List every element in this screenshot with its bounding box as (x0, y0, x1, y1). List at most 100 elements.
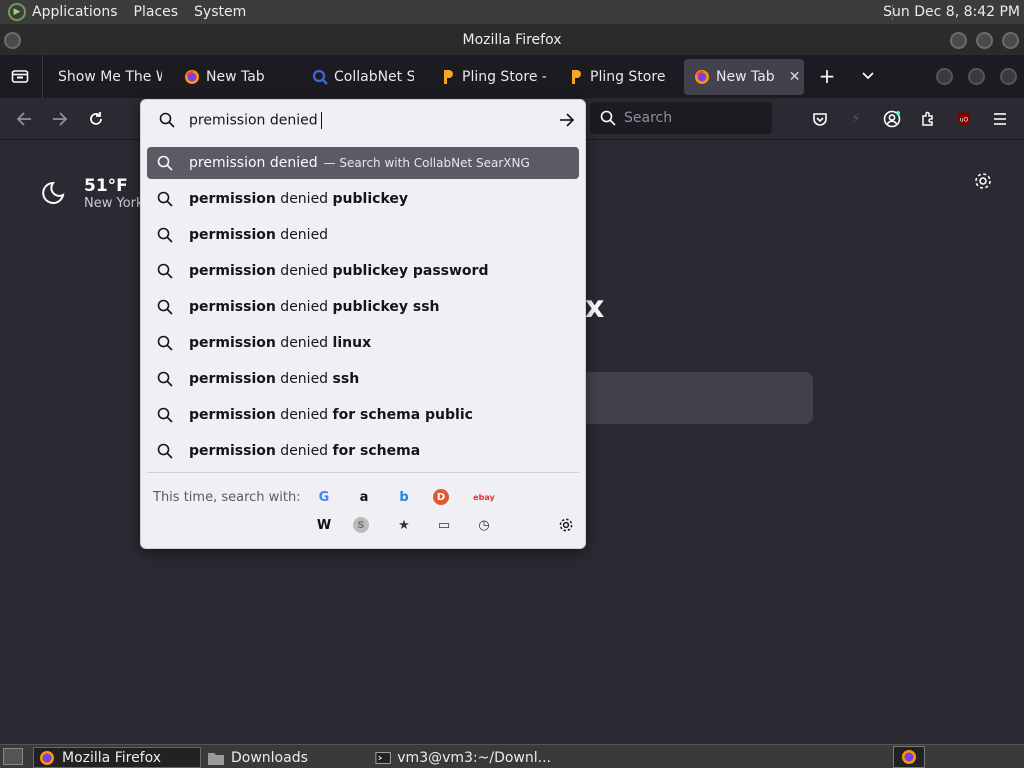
suggestion-text: permission denied linux (189, 335, 372, 351)
tab-strip: Show Me The W New Tab CollabNet Se Pling… (0, 55, 1024, 98)
places-menu[interactable]: Places (134, 4, 179, 20)
suggestion-row[interactable]: permission denied (147, 219, 579, 251)
taskbar-label: Mozilla Firefox (62, 749, 162, 766)
suggestion-text: permission denied publickey password (189, 263, 489, 279)
ublock-icon[interactable]: uO (953, 108, 975, 130)
duckduckgo-icon[interactable]: D (433, 489, 449, 505)
search-icon (157, 263, 173, 279)
tab-pling-store-1[interactable]: Pling Store - (434, 59, 546, 95)
dropdown-divider (147, 472, 579, 473)
taskbar-item-firefox[interactable]: Mozilla Firefox (33, 747, 201, 768)
suggestion-row-selected[interactable]: premission denied — Search with CollabNe… (147, 147, 579, 179)
search-icon (157, 299, 173, 315)
tab-new-tab-1[interactable]: New Tab (178, 59, 298, 95)
personalize-gear-icon[interactable] (973, 171, 993, 191)
suggestion-row[interactable]: permission denied publickey ssh (147, 291, 579, 323)
taskbar-label: Downloads (231, 749, 308, 766)
suggestion-row[interactable]: permission denied linux (147, 327, 579, 359)
suggestion-action: — Search with CollabNet SearXNG (323, 156, 530, 170)
forward-arrow-icon[interactable] (49, 108, 71, 130)
firefox-icon (902, 750, 916, 764)
search-icon (159, 112, 175, 128)
minimize-button[interactable] (950, 32, 967, 49)
urlbar-input[interactable]: premission denied (189, 111, 322, 129)
firefox-view-icon[interactable] (9, 65, 31, 87)
tab-new-tab-active[interactable]: New Tab ✕ (684, 59, 804, 95)
history-icon[interactable]: ◷ (473, 514, 495, 536)
suggestion-row[interactable]: permission denied ssh (147, 363, 579, 395)
go-arrow-icon[interactable] (559, 113, 575, 127)
searxng-icon[interactable]: S (353, 517, 369, 533)
clock[interactable]: Sun Dec 8, 8:42 PM (883, 4, 1020, 20)
disabled-extension-icon: ⚡ (851, 111, 861, 127)
search-icon (157, 443, 173, 459)
suggestion-row[interactable]: permission denied publickey password (147, 255, 579, 287)
tab-label: Show Me The W (58, 69, 162, 85)
search-icon (157, 371, 173, 387)
system-menu[interactable]: System (194, 4, 246, 20)
suggestion-text: permission denied for schema (189, 443, 421, 459)
search-icon (157, 155, 173, 171)
account-icon[interactable] (881, 108, 903, 130)
tab-collabnet[interactable]: CollabNet Se (306, 59, 414, 95)
suggestion-text: premission denied (189, 155, 318, 171)
reload-icon[interactable] (85, 108, 107, 130)
google-icon[interactable]: G (313, 486, 335, 508)
taskbar-item-terminal[interactable]: vm3@vm3:~/Downl... (371, 747, 551, 768)
search-icon (157, 407, 173, 423)
search-settings-gear-icon[interactable] (555, 514, 577, 536)
close-window-button[interactable] (1002, 32, 1019, 49)
maximize-button[interactable] (976, 32, 993, 49)
taskbar: Mozilla Firefox Downloads vm3@vm3:~/Down… (0, 744, 1024, 768)
urlbar[interactable]: premission denied (141, 100, 587, 140)
taskbar-item-downloads[interactable]: Downloads (203, 747, 367, 768)
close-tab-icon[interactable]: ✕ (789, 69, 801, 85)
new-tab-plus-icon[interactable]: + (816, 64, 838, 88)
weather-widget[interactable]: 51°F New York (40, 176, 144, 211)
svg-text:uO: uO (960, 117, 969, 124)
pling-icon (440, 69, 456, 85)
hamburger-menu-icon[interactable] (989, 108, 1011, 130)
tab-pling-store-2[interactable]: Pling Store - (562, 59, 670, 95)
search-icon (157, 227, 173, 243)
moon-icon (42, 181, 65, 204)
suggestion-text: permission denied (189, 227, 329, 243)
os-logo-icon[interactable]: ▶ (8, 3, 26, 21)
wikipedia-icon[interactable]: W (313, 514, 335, 536)
applications-menu[interactable]: Applications (32, 4, 118, 20)
tab-label: New Tab (716, 69, 775, 85)
weather-city: New York (84, 196, 144, 211)
urlbar-dropdown: premission denied premission denied — Se… (140, 99, 586, 549)
bookmarks-icon[interactable]: ★ (393, 514, 415, 536)
window-menu-button[interactable] (4, 32, 21, 49)
list-all-tabs-chevron-icon[interactable] (857, 65, 879, 87)
search-icon (600, 110, 616, 126)
close-decoration[interactable] (1000, 68, 1017, 85)
ebay-icon[interactable]: ebay (473, 486, 495, 508)
min-decoration[interactable] (936, 68, 953, 85)
bing-icon[interactable]: b (393, 486, 415, 508)
amazon-icon[interactable]: a (353, 486, 375, 508)
suggestion-row[interactable]: permission denied for schema public (147, 399, 579, 431)
search-icon (157, 191, 173, 207)
suggestion-row[interactable]: permission denied publickey (147, 183, 579, 215)
pling-icon (568, 69, 584, 85)
firefox-icon (184, 69, 200, 85)
tab-show-me[interactable]: Show Me The W (50, 59, 162, 95)
workspace-switcher[interactable] (893, 746, 925, 768)
tab-label: New Tab (206, 69, 265, 85)
back-arrow-icon[interactable] (13, 108, 35, 130)
window-titlebar: Mozilla Firefox (0, 25, 1024, 55)
search-icon (312, 69, 328, 85)
extensions-puzzle-icon[interactable] (917, 108, 939, 130)
newtab-search-box[interactable] (585, 372, 813, 424)
max-decoration[interactable] (968, 68, 985, 85)
show-desktop-icon[interactable] (3, 748, 23, 765)
search-bar[interactable]: Search (590, 102, 772, 134)
suggestion-row[interactable]: permission denied for schema (147, 435, 579, 467)
tab-label: CollabNet Se (334, 69, 414, 85)
tabs-icon[interactable]: ▭ (433, 514, 455, 536)
pocket-icon[interactable] (809, 108, 831, 130)
terminal-icon (375, 751, 391, 764)
suggestion-text: permission denied ssh (189, 371, 360, 387)
